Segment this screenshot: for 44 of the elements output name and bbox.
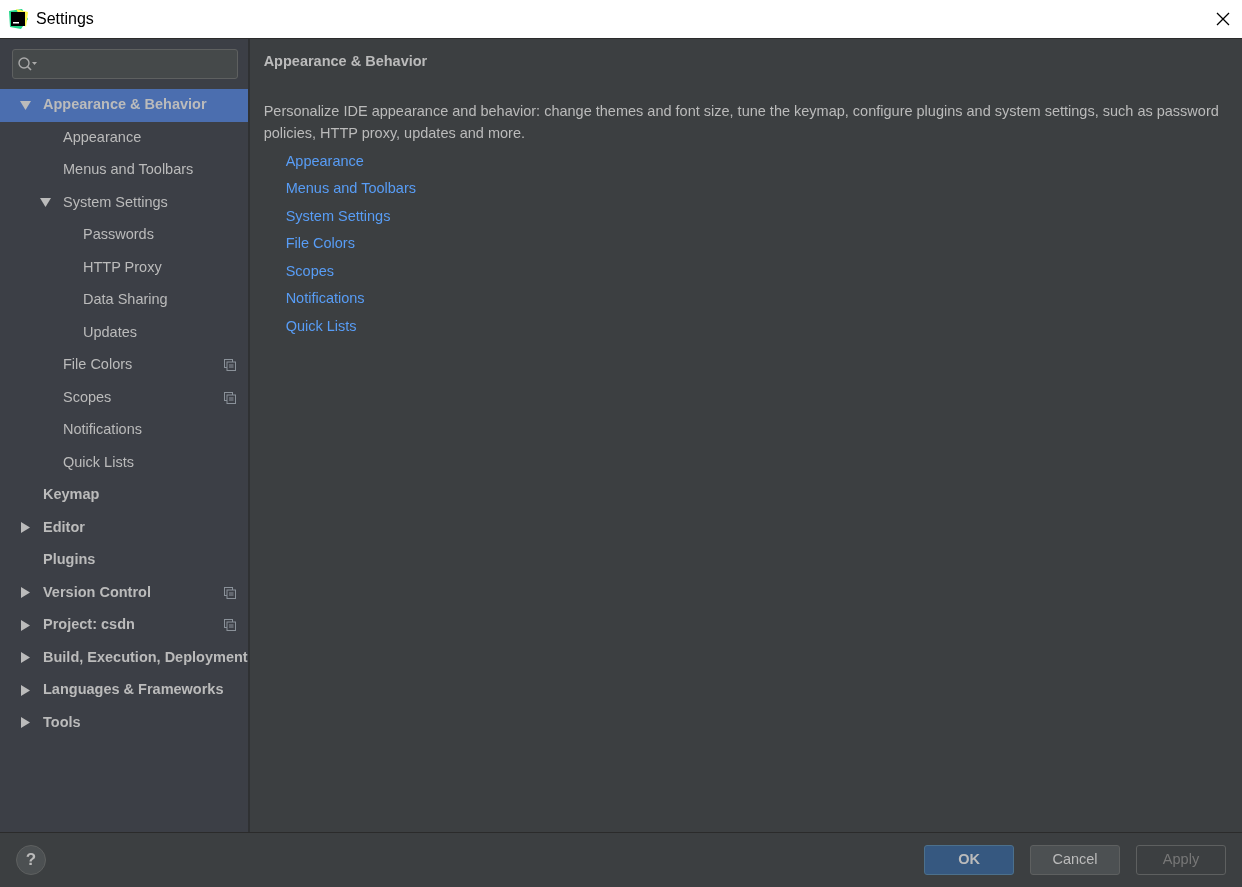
collapsed-arrow-icon[interactable] [20,717,31,729]
tree-item[interactable]: HTTP Proxy [0,251,248,284]
search-icon [17,56,39,72]
close-icon[interactable] [1216,12,1230,26]
tree-item[interactable]: Appearance [0,121,248,154]
help-button[interactable]: ? [16,845,46,875]
collapsed-arrow-icon[interactable] [20,684,31,696]
expanded-arrow-icon[interactable] [20,99,31,111]
tree-item[interactable]: Build, Execution, Deployment [0,641,248,674]
tree-item[interactable]: Project: csdn [0,609,248,642]
collapsed-arrow-icon[interactable] [20,587,31,599]
tree-item[interactable]: Version Control [0,576,248,609]
tree-item[interactable]: Notifications [0,414,248,447]
dialog-button[interactable]: OK [924,845,1014,875]
tree-item[interactable]: Tools [0,706,248,739]
app-logo-icon [8,9,28,29]
tree-item[interactable]: Languages & Frameworks [0,674,248,707]
settings-link[interactable]: Quick Lists [285,312,357,341]
settings-link[interactable]: Appearance [285,147,364,176]
collapsed-arrow-icon[interactable] [20,652,31,664]
tree-item[interactable]: Menus and Toolbars [0,154,248,187]
tree-item[interactable]: Updates [0,316,248,349]
dialog-button[interactable]: Cancel [1030,845,1120,875]
settings-link[interactable]: Menus and Toolbars [285,175,416,203]
collapsed-arrow-icon[interactable] [20,522,31,534]
collapsed-arrow-icon[interactable] [20,619,31,631]
settings-link[interactable]: File Colors [285,230,355,258]
page-description: Personalize IDE appearance and behavior: change themes and font size, tune the keymap, configure plugins and system settings, such as password policies, HTTP proxy, updates and more. [263,101,1220,143]
settings-link[interactable]: Notifications [285,285,365,313]
tree-item[interactable]: Scopes [0,381,248,414]
tree-item[interactable]: Data Sharing [0,284,248,317]
tree-item[interactable]: Quick Lists [0,446,248,479]
settings-link[interactable]: System Settings [285,202,391,231]
expanded-arrow-icon[interactable] [40,197,51,209]
tree-item[interactable]: Plugins [0,544,248,577]
window-title: Settings [36,9,94,29]
search-field[interactable] [12,49,238,79]
page-title: Appearance & Behavior [263,52,429,71]
tree-item[interactable]: System Settings [0,186,248,219]
tree-item[interactable]: Passwords [0,219,248,252]
tree-item[interactable]: File Colors [0,349,248,382]
tree-item[interactable]: Keymap [0,479,248,512]
tree-item[interactable]: Editor [0,511,248,544]
settings-link[interactable]: Scopes [285,257,334,286]
